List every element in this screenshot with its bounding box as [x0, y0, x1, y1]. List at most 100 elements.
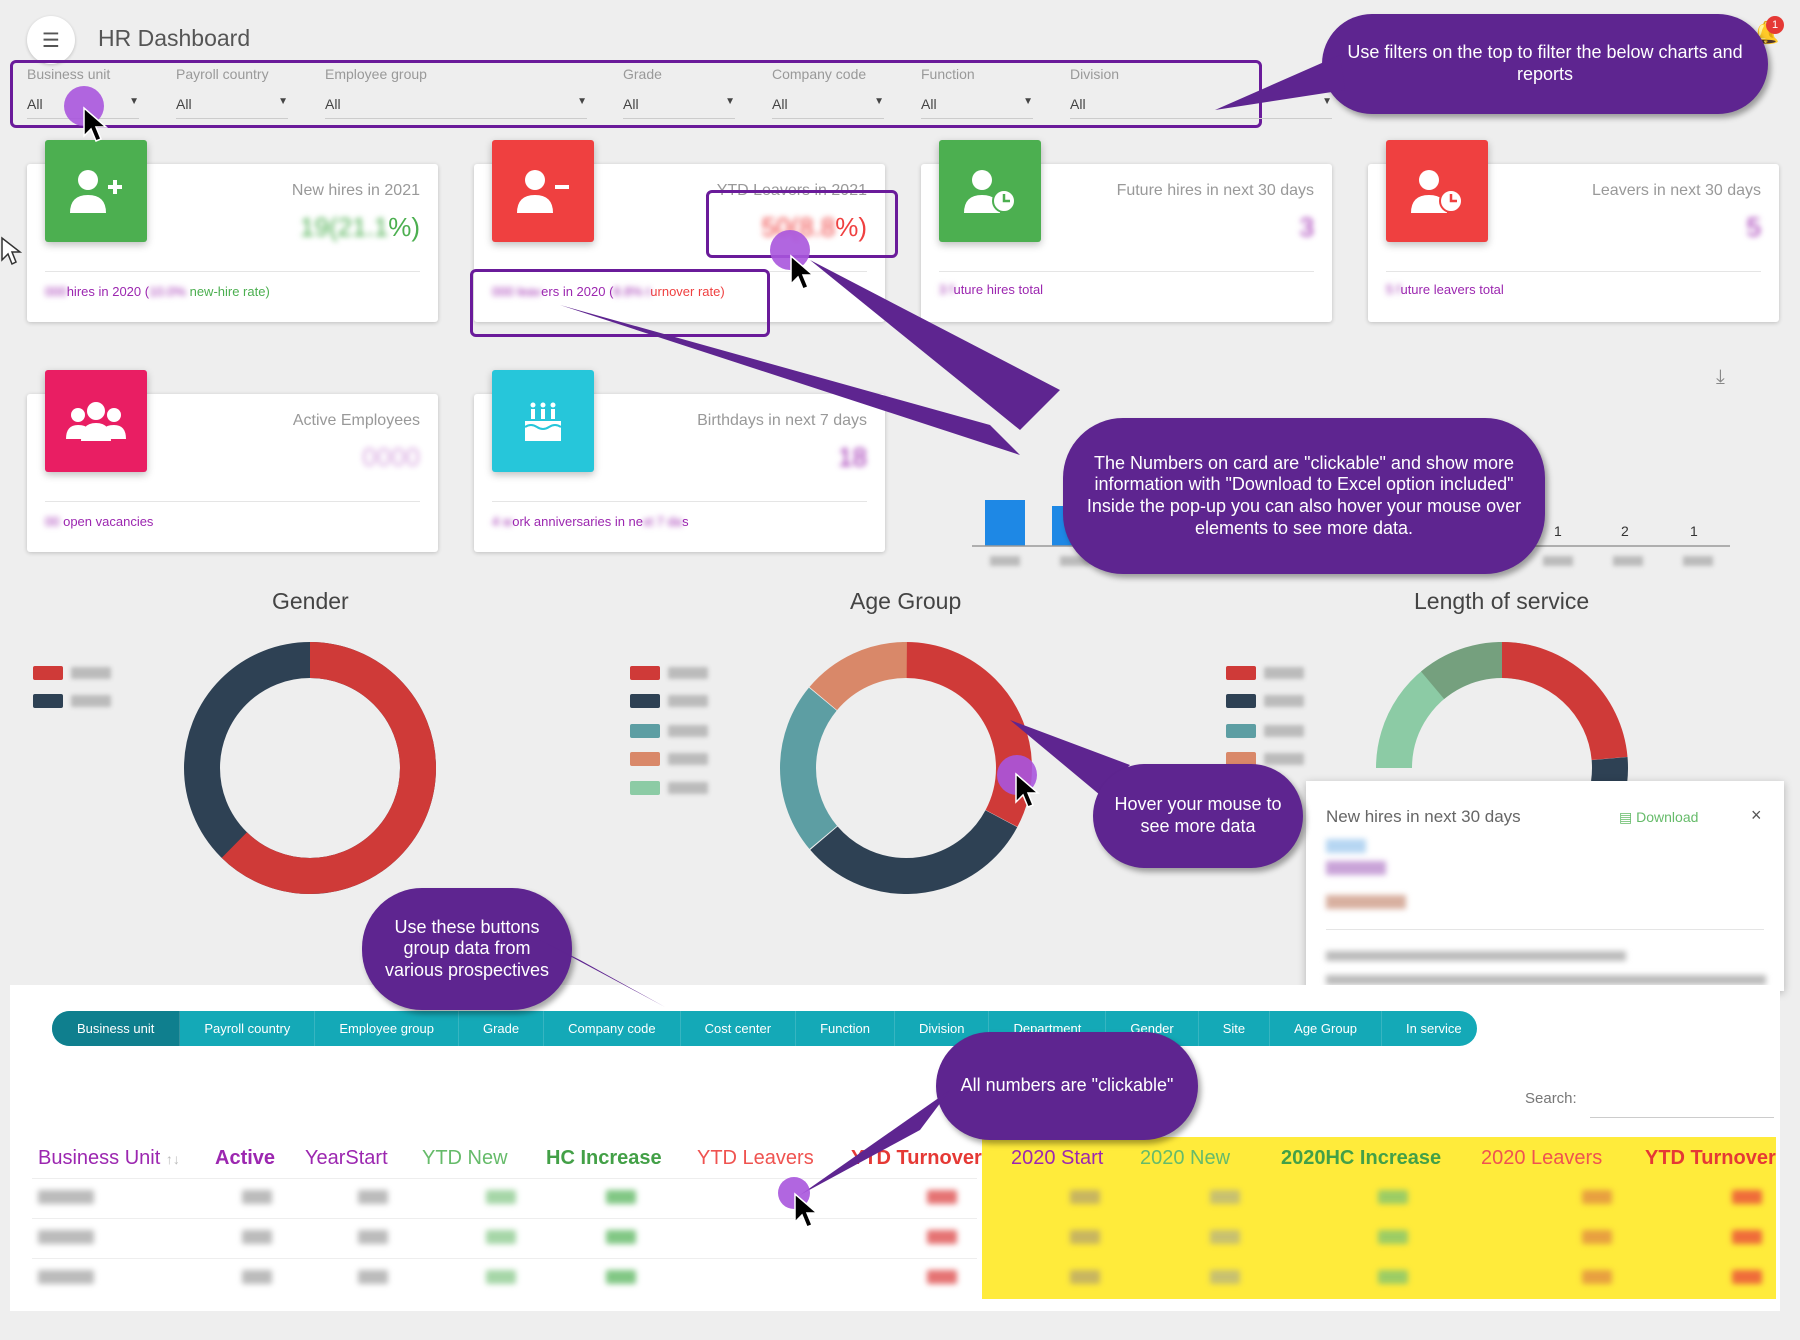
legend-item[interactable]	[33, 694, 111, 708]
table-cell[interactable]	[486, 1190, 516, 1204]
table-cell[interactable]	[927, 1270, 957, 1284]
callout-cards: The Numbers on card are "clickable" and …	[1063, 418, 1545, 574]
column-header[interactable]: 2020 Leavers	[1481, 1147, 1602, 1170]
column-header[interactable]: HC Increase	[546, 1147, 662, 1170]
filter-function[interactable]: Function All ▼	[921, 66, 1033, 119]
column-header[interactable]: 2020HC Increase	[1281, 1147, 1441, 1170]
service-donut[interactable]	[1376, 642, 1628, 782]
column-header[interactable]: Active	[215, 1147, 275, 1170]
legend-swatch	[630, 666, 660, 680]
table-cell[interactable]	[1732, 1230, 1762, 1244]
download-icon[interactable]: ⤓	[1716, 366, 1725, 389]
legend-label	[1264, 695, 1304, 707]
table-cell[interactable]	[1378, 1230, 1408, 1244]
tab-grade[interactable]: Grade	[459, 1011, 545, 1046]
tab-cost-center[interactable]: Cost center	[681, 1011, 797, 1046]
card-value[interactable]: 3	[1300, 212, 1314, 243]
filter-label: Payroll country	[176, 66, 269, 82]
search-input[interactable]	[1590, 1117, 1774, 1118]
column-header[interactable]: YTD New	[422, 1147, 508, 1170]
filter-value: All	[27, 96, 43, 112]
download-button[interactable]: ▤ Download	[1619, 809, 1698, 826]
card-value[interactable]: 5	[1747, 212, 1761, 243]
tab-company-code[interactable]: Company code	[544, 1011, 681, 1046]
table-cell[interactable]	[486, 1230, 516, 1244]
table-cell[interactable]	[1070, 1270, 1100, 1284]
tab-employee-group[interactable]: Employee group	[315, 1011, 459, 1046]
table-cell[interactable]	[1732, 1190, 1762, 1204]
tab-function[interactable]: Function	[796, 1011, 895, 1046]
table-cell[interactable]	[1210, 1190, 1240, 1204]
legend-item[interactable]	[630, 781, 708, 795]
table-cell[interactable]	[242, 1270, 272, 1284]
tab-in-service[interactable]: In service	[1382, 1011, 1477, 1046]
legend-item[interactable]	[630, 724, 708, 738]
table-cell[interactable]	[927, 1230, 957, 1244]
footer-text: ork anniversaries in ne	[512, 514, 644, 529]
table-cell[interactable]	[1582, 1190, 1612, 1204]
new-hires-popup: New hires in next 30 days ▤ Download ×	[1306, 781, 1784, 991]
table-cell[interactable]	[1378, 1190, 1408, 1204]
filter-payroll-country[interactable]: Payroll country All ▼	[176, 66, 288, 119]
table-cell[interactable]	[1378, 1270, 1408, 1284]
legend-swatch	[33, 694, 63, 708]
column-header[interactable]: 2020 New	[1140, 1147, 1230, 1170]
card-footer: 00 open vacancies	[45, 514, 153, 529]
card-new-hires: New hires in 2021 19(21.1%) 000hires in …	[27, 140, 438, 322]
row-divider	[32, 1218, 977, 1219]
age-donut[interactable]	[780, 642, 1032, 894]
table-cell[interactable]	[358, 1230, 388, 1244]
tab-site[interactable]: Site	[1199, 1011, 1271, 1046]
chart-title-age: Age Group	[850, 588, 962, 614]
card-value[interactable]: 0000	[362, 442, 420, 473]
legend-item[interactable]	[33, 666, 111, 680]
table-cell[interactable]	[38, 1270, 94, 1284]
column-header[interactable]: YTD Turnover	[1645, 1147, 1776, 1170]
legend-swatch	[1226, 666, 1256, 680]
menu-button[interactable]: ☰	[27, 16, 75, 64]
table-cell[interactable]	[606, 1270, 636, 1284]
table-cell[interactable]	[1582, 1270, 1612, 1284]
tab-payroll-country[interactable]: Payroll country	[180, 1011, 316, 1046]
filter-employee-group[interactable]: Employee group All ▼	[325, 66, 587, 119]
caret-down-icon: ▼	[1023, 96, 1033, 107]
redacted-value	[1326, 975, 1766, 985]
legend-item[interactable]	[630, 694, 708, 708]
column-header[interactable]: Business Unit ↑↓	[38, 1147, 180, 1170]
legend-item[interactable]	[630, 752, 708, 766]
close-icon[interactable]: ×	[1751, 805, 1762, 826]
legend-label	[1264, 725, 1304, 737]
table-cell[interactable]	[1582, 1230, 1612, 1244]
tab-business-unit[interactable]: Business unit	[52, 1011, 181, 1046]
table-cell[interactable]	[242, 1230, 272, 1244]
table-cell[interactable]	[242, 1190, 272, 1204]
table-cell[interactable]	[1070, 1230, 1100, 1244]
card-footer: 5 future leavers total	[1386, 282, 1504, 297]
tab-age-group[interactable]: Age Group	[1270, 1011, 1383, 1046]
legend-item[interactable]	[1226, 666, 1304, 680]
table-cell[interactable]	[1732, 1270, 1762, 1284]
filter-value: All	[921, 96, 937, 112]
legend-item[interactable]	[1226, 724, 1304, 738]
card-future-leavers: Leavers in next 30 days 5 5 future leave…	[1368, 140, 1779, 322]
table-cell[interactable]	[358, 1190, 388, 1204]
column-header[interactable]: 2020 Start	[1011, 1147, 1103, 1170]
table-cell[interactable]	[1210, 1230, 1240, 1244]
card-value[interactable]: 19(21.1%)	[300, 212, 420, 243]
table-cell[interactable]	[1070, 1190, 1100, 1204]
table-cell[interactable]	[1210, 1270, 1240, 1284]
table-cell[interactable]	[606, 1190, 636, 1204]
gender-donut[interactable]	[184, 642, 436, 894]
filter-grade[interactable]: Grade All ▼	[623, 66, 735, 119]
filter-company-code[interactable]: Company code All ▼	[772, 66, 884, 119]
table-cell[interactable]	[606, 1230, 636, 1244]
table-cell[interactable]	[486, 1270, 516, 1284]
column-header[interactable]: YTD Leavers	[697, 1147, 814, 1170]
legend-item[interactable]	[630, 666, 708, 680]
legend-item[interactable]	[1226, 694, 1304, 708]
table-cell[interactable]	[38, 1230, 94, 1244]
table-cell[interactable]	[358, 1270, 388, 1284]
table-cell[interactable]	[38, 1190, 94, 1204]
callout-numbers: All numbers are "clickable"	[936, 1032, 1198, 1140]
column-header[interactable]: YearStart	[305, 1147, 388, 1170]
